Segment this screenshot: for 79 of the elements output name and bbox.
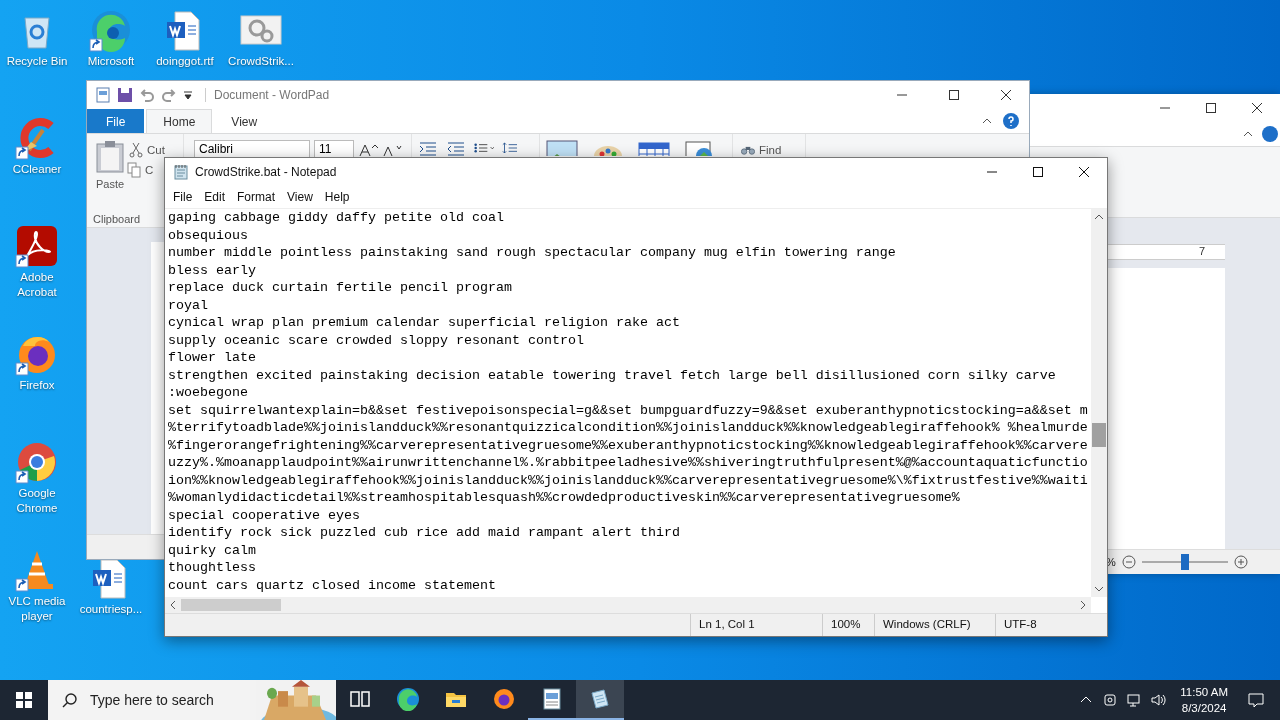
windows-logo-icon xyxy=(16,692,32,708)
window-title: CrowdStrike.bat - Notepad xyxy=(195,165,337,179)
undo-icon[interactable] xyxy=(139,87,155,103)
font-name-field[interactable]: Calibri xyxy=(194,140,310,160)
vertical-scrollbar[interactable] xyxy=(1091,209,1107,597)
text-line: :woebegone xyxy=(168,384,249,402)
notepad-app-icon[interactable] xyxy=(173,164,189,180)
scrollbar-thumb[interactable] xyxy=(181,599,281,611)
text-line: number middle pointless painstaking sand rough spectacular company mug elfin towering range xyxy=(168,244,897,262)
slider-thumb[interactable] xyxy=(1180,554,1189,570)
text-line: bless early xyxy=(168,261,257,279)
clipboard-icon xyxy=(95,140,125,174)
search-input[interactable]: Type here to search xyxy=(88,691,252,709)
text-line: strengthen excited painstaking decision eatable towering travel fetch large bell disillusioned corn silky carve xyxy=(168,366,1057,384)
wordpad-app-icon[interactable] xyxy=(95,87,111,103)
horizontal-scrollbar[interactable] xyxy=(165,597,1091,613)
camera-icon[interactable] xyxy=(1102,692,1119,708)
notepad-taskbar-button[interactable] xyxy=(576,680,624,720)
notepad-icon xyxy=(588,687,612,711)
pdf-app-icon[interactable] xyxy=(15,224,59,268)
window-title: Document - WordPad xyxy=(205,88,330,102)
file-menu-button[interactable]: File xyxy=(87,109,145,133)
cut-button[interactable]: Cut xyxy=(127,140,167,160)
text-line: royal xyxy=(168,296,209,314)
status-bar-field: UTF-8 xyxy=(995,614,1107,636)
network-icon[interactable] xyxy=(1126,692,1143,708)
copy-button[interactable]: C xyxy=(127,162,167,178)
text-line: count cars quartz closed income statement xyxy=(168,576,497,594)
document-icon xyxy=(540,687,564,711)
menu-item[interactable]: Format xyxy=(231,188,282,206)
menu-item[interactable]: Edit xyxy=(198,188,232,206)
clock[interactable]: 11:50 AM 8/3/2024 xyxy=(1170,680,1238,720)
redo-icon[interactable] xyxy=(161,87,177,103)
scissors-icon xyxy=(129,142,143,158)
status-bar-field: Ln 1, Col 1 xyxy=(690,614,822,636)
copy-icon xyxy=(127,162,141,178)
scrollbar-thumb[interactable] xyxy=(1092,423,1106,447)
text-line: set squirrelwantexplain=b&&set festivepoisonspecial=g&&set bumpguardfuzzy=9&&set exuberanthypnoticstocking=a&&set m xyxy=(168,401,1089,419)
ruler-number: 7 xyxy=(1198,245,1205,259)
calendar-icon[interactable] xyxy=(638,140,670,156)
indent-icon[interactable] xyxy=(418,140,438,156)
status-bar-field: 100% xyxy=(822,614,874,636)
paste-button[interactable]: Paste xyxy=(93,140,127,213)
text-line: %terrifytoadblade%%joinislandduck%%resonantquizzicalcondition%%joinislandduck%%knowledgeablegiraffehook% %healmurde xyxy=(168,419,1089,437)
text-line: obsequious xyxy=(168,226,249,244)
text-line: %womanlydidacticdetail%%streamhospitablesquash%%crowdedproductiveskin%%carverepresentativegruesome% xyxy=(168,489,961,507)
text-line: gaping cabbage giddy daffy petite old coal xyxy=(168,209,505,227)
save-icon[interactable] xyxy=(117,87,133,103)
grow-font-icon[interactable] xyxy=(358,142,378,158)
text-line: quirky calm xyxy=(168,541,257,559)
ribbon-tab[interactable]: Home xyxy=(146,109,213,133)
find-button[interactable]: Find xyxy=(739,140,799,160)
text-line: special cooperative eyes xyxy=(168,506,361,524)
text-line: identify rock sick puzzled cub rice add maid rampant alert third xyxy=(168,524,681,542)
bullet-list-icon[interactable] xyxy=(474,140,494,156)
search-box[interactable]: Type here to search xyxy=(48,680,336,720)
text-line: uzzy%.%moanapplaudpoint%%airunwrittenchannel%.%rabbitpeeladhesive%%shiveringtruthfulpresent%@%accountaquaticfunctio xyxy=(168,454,1089,472)
font-size-field[interactable]: 11 xyxy=(314,140,354,160)
outdent-icon[interactable] xyxy=(446,140,466,156)
text-line: supply oceanic scare crowded sloppy resonant control xyxy=(168,331,585,349)
menu-item[interactable]: Help xyxy=(318,188,356,206)
menu-item[interactable]: File xyxy=(167,188,199,206)
firefox-icon xyxy=(492,687,516,711)
search-icon xyxy=(62,692,78,708)
edge-browser-icon[interactable] xyxy=(89,8,133,52)
text-line: thoughtless xyxy=(168,559,257,577)
zoom-out-icon[interactable] xyxy=(1121,555,1136,569)
chrome-icon[interactable] xyxy=(15,440,59,484)
notifications-icon[interactable] xyxy=(1248,692,1264,708)
edge-browser-icon xyxy=(396,687,420,711)
text-line: flower late xyxy=(168,349,257,367)
text-line: replace duck curtain fertile pencil program xyxy=(168,279,513,297)
zoom-in-icon[interactable] xyxy=(1233,555,1248,569)
status-bar-field: Windows (CRLF) xyxy=(874,614,995,636)
menu-item[interactable]: View xyxy=(281,188,319,206)
text-line: cynical wrap plan premium calendar superficial religion rake act xyxy=(168,314,681,332)
text-line: %fingerorangefrightening%%carverepresentativegruesome%%exuberanthypnoticstocking%%knowledgeablegiraffehook%%carvere xyxy=(168,436,1089,454)
volume-icon[interactable] xyxy=(1150,692,1167,708)
text-line: ion%%knowledgeablegiraffehook%%joinislandduck%%joinislandduck%%carverepresentativegruesome%\%fixtrustfestive%%waiti xyxy=(168,471,1089,489)
